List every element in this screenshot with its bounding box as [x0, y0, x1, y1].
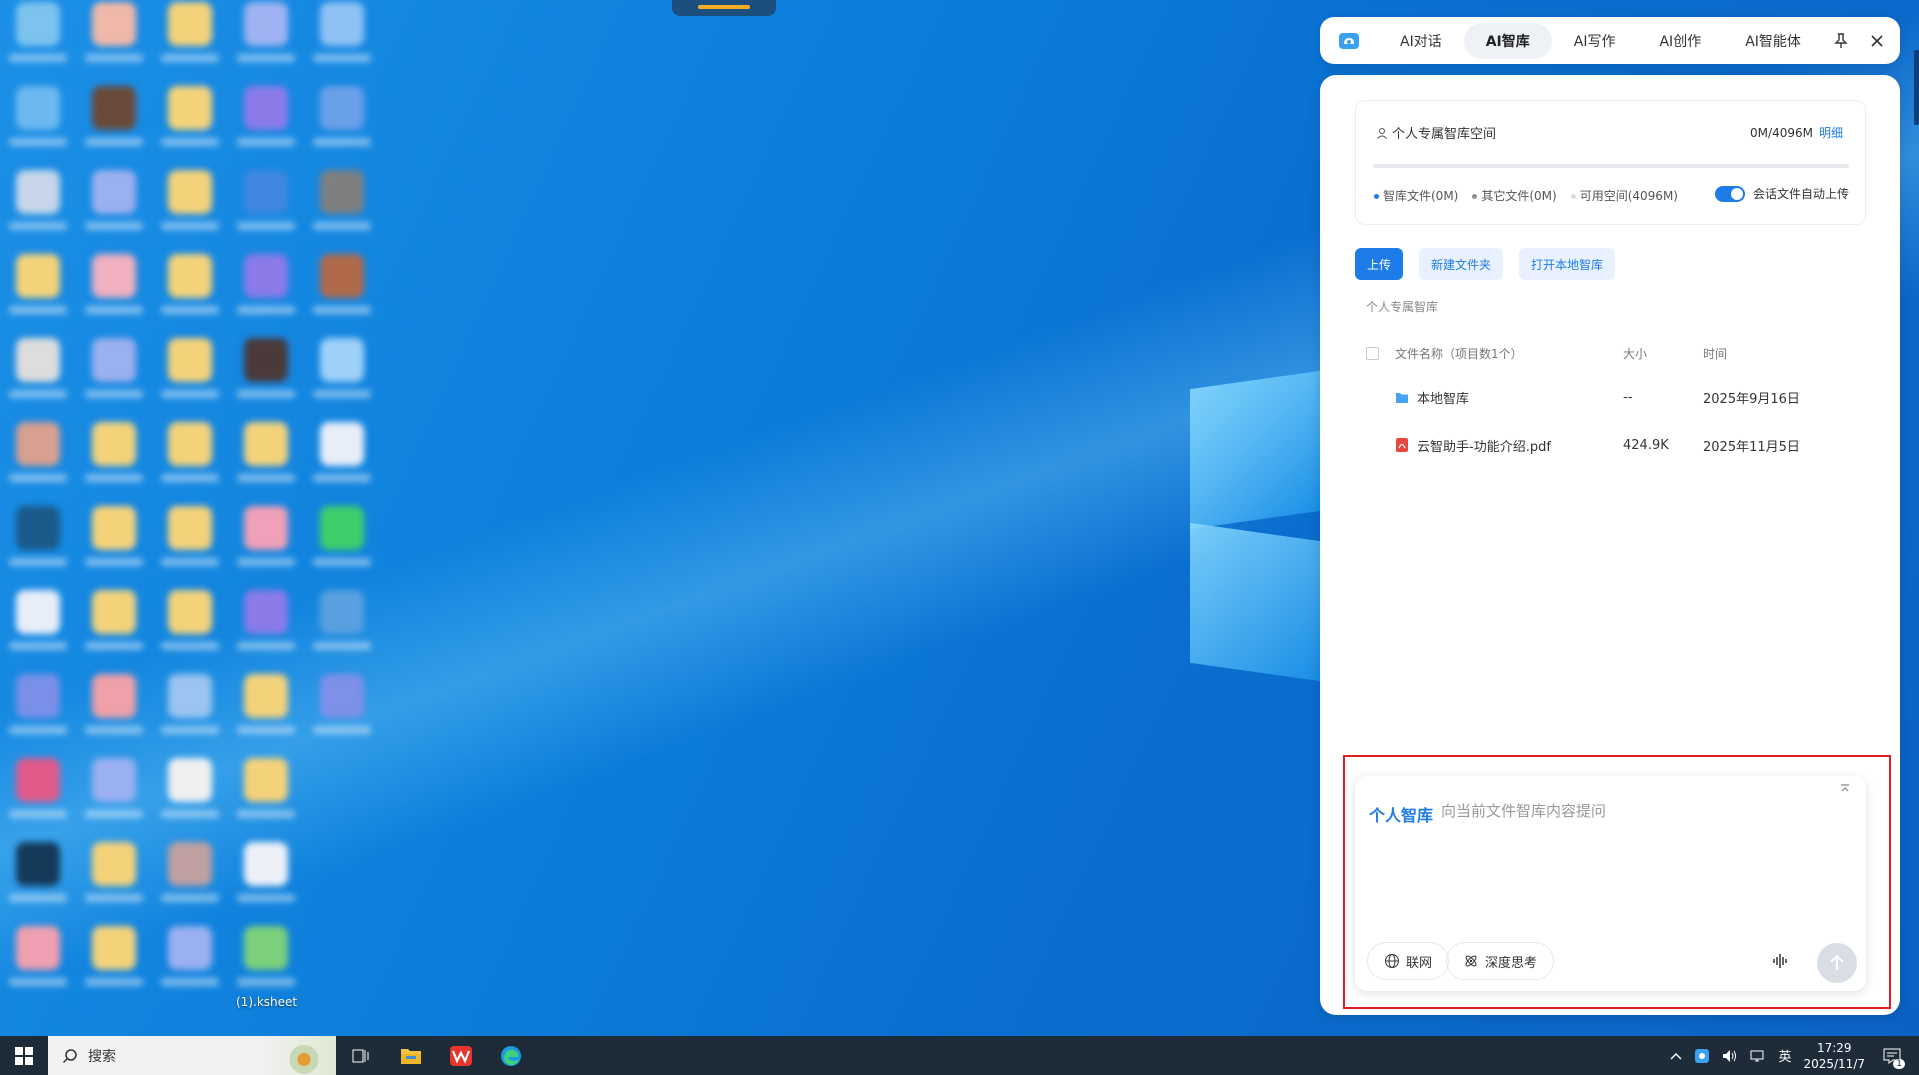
pdf-icon [1396, 438, 1408, 452]
notification-button[interactable]: 1 [1877, 1041, 1907, 1071]
breadcrumb[interactable]: 个人专属智库 [1366, 298, 1438, 315]
header-time: 时间 [1703, 346, 1728, 361]
user-icon [1377, 127, 1387, 139]
clock-time: 17:29 [1816, 1040, 1852, 1055]
deep-think-button[interactable]: 深度思考 [1446, 942, 1555, 980]
globe-icon [1385, 954, 1399, 968]
voice-input-icon[interactable] [1768, 948, 1794, 974]
app-logo-icon [1339, 32, 1359, 49]
network-icon[interactable] [1750, 1049, 1766, 1063]
desktop-file-label[interactable]: (1).ksheet [236, 995, 297, 1009]
storage-detail-link[interactable]: 明细 [1819, 126, 1843, 140]
atom-icon [1465, 955, 1477, 967]
desktop-icons-blurred [0, 0, 380, 1030]
wps-office-button[interactable] [436, 1036, 486, 1075]
select-all-checkbox[interactable] [1366, 346, 1379, 360]
file-explorer-button[interactable] [386, 1036, 436, 1075]
chevron-up-icon[interactable] [1670, 1052, 1682, 1060]
storage-title-text: 个人专属智库空间 [1392, 127, 1497, 142]
web-search-label: 联网 [1406, 955, 1433, 971]
arrow-up-icon [1830, 954, 1844, 970]
deep-think-label: 深度思考 [1485, 955, 1538, 971]
search-highlight-image [256, 1036, 336, 1075]
storage-usage-value: 0M/4096M [1750, 126, 1813, 140]
start-button[interactable] [0, 1036, 48, 1075]
edge-icon [501, 1045, 521, 1066]
file-size: -- [1623, 389, 1633, 405]
tab-ai-agent[interactable]: AI智能体 [1723, 23, 1823, 59]
folder-icon [1396, 392, 1408, 403]
search-icon [62, 1048, 77, 1063]
file-name: 云智助手-功能介绍.pdf [1417, 439, 1551, 455]
ime-indicator[interactable]: 英 [1778, 1046, 1791, 1065]
chat-composer: 个人智库 联网 深度思考 [1355, 776, 1866, 991]
tab-ai-library[interactable]: AI智库 [1463, 22, 1552, 59]
storage-progress-bar [1373, 164, 1849, 168]
web-search-button[interactable]: 联网 [1367, 942, 1450, 980]
file-name: 本地智库 [1417, 391, 1470, 407]
ai-tab-bar: AI对话 AI智库 AI写作 AI创作 AI智能体 [1320, 17, 1900, 64]
storage-usage: 0M/4096M 明细 [1750, 124, 1843, 141]
legend-free-space: 可用空间(4096M) [1570, 187, 1678, 204]
send-button[interactable] [1817, 943, 1857, 983]
windows-icon [15, 1046, 33, 1065]
taskbar: 搜索 英 17:29 2025/11/7 1 [0, 1036, 1919, 1075]
auto-upload-toggle[interactable] [1714, 185, 1745, 202]
new-folder-button[interactable]: 新建文件夹 [1419, 248, 1504, 280]
taskbar-search[interactable]: 搜索 [48, 1036, 336, 1075]
edge-browser-button[interactable] [486, 1036, 536, 1075]
app-tray-icon[interactable] [1694, 1048, 1710, 1064]
wps-icon [450, 1045, 472, 1066]
action-bar: 上传 新建文件夹 打开本地智库 [1355, 248, 1616, 280]
tab-ai-create[interactable]: AI创作 [1637, 23, 1723, 59]
file-size: 424.9K [1623, 437, 1669, 453]
question-input[interactable] [1441, 798, 1841, 824]
edge-scroll-indicator [1914, 50, 1919, 125]
upload-button[interactable]: 上传 [1355, 248, 1404, 280]
task-view-icon [352, 1049, 369, 1062]
clock-date: 2025/11/7 [1803, 1056, 1865, 1071]
composer-library-tag[interactable]: 个人智库 [1369, 802, 1433, 826]
auto-upload-setting: 会话文件自动上传 [1714, 185, 1849, 202]
table-row[interactable]: 云智助手-功能介绍.pdf 424.9K 2025年11月5日 [1366, 421, 1866, 469]
storage-legend: 智库文件(0M) 其它文件(0M) 可用空间(4096M) [1374, 187, 1678, 204]
auto-upload-label: 会话文件自动上传 [1752, 187, 1849, 201]
storage-title: 个人专属智库空间 [1376, 123, 1496, 142]
open-local-library-button[interactable]: 打开本地智库 [1519, 248, 1616, 280]
storage-card: 个人专属智库空间 0M/4096M 明细 智库文件(0M) 其它文件(0M) 可用… [1355, 100, 1866, 225]
task-view-button[interactable] [336, 1036, 386, 1075]
pin-icon[interactable] [1823, 23, 1859, 59]
collapse-icon[interactable] [1838, 782, 1852, 796]
tab-ai-chat[interactable]: AI对话 [1378, 23, 1464, 59]
clock[interactable]: 17:29 2025/11/7 [1803, 1040, 1865, 1072]
speaker-icon[interactable] [1722, 1049, 1738, 1063]
header-size: 大小 [1623, 346, 1648, 361]
header-name: 文件名称（项目数1个） [1395, 346, 1523, 361]
legend-library-files: 智库文件(0M) [1374, 187, 1458, 204]
folder-icon [401, 1048, 421, 1064]
tab-ai-writing[interactable]: AI写作 [1552, 23, 1638, 59]
file-table: 文件名称（项目数1个） 大小 时间 本地智库 -- 2025年9月16日 云智助… [1366, 333, 1866, 469]
table-row[interactable]: 本地智库 -- 2025年9月16日 [1366, 373, 1866, 421]
file-time: 2025年9月16日 [1703, 391, 1800, 407]
top-drag-handle[interactable] [672, 0, 776, 16]
close-icon[interactable] [1859, 23, 1895, 59]
file-table-header: 文件名称（项目数1个） 大小 时间 [1366, 333, 1866, 373]
search-label: 搜索 [88, 1048, 116, 1065]
notification-count: 1 [1893, 1058, 1905, 1069]
file-time: 2025年11月5日 [1703, 439, 1800, 455]
legend-other-files: 其它文件(0M) [1472, 187, 1557, 204]
system-tray: 英 17:29 2025/11/7 1 [1670, 1040, 1919, 1072]
